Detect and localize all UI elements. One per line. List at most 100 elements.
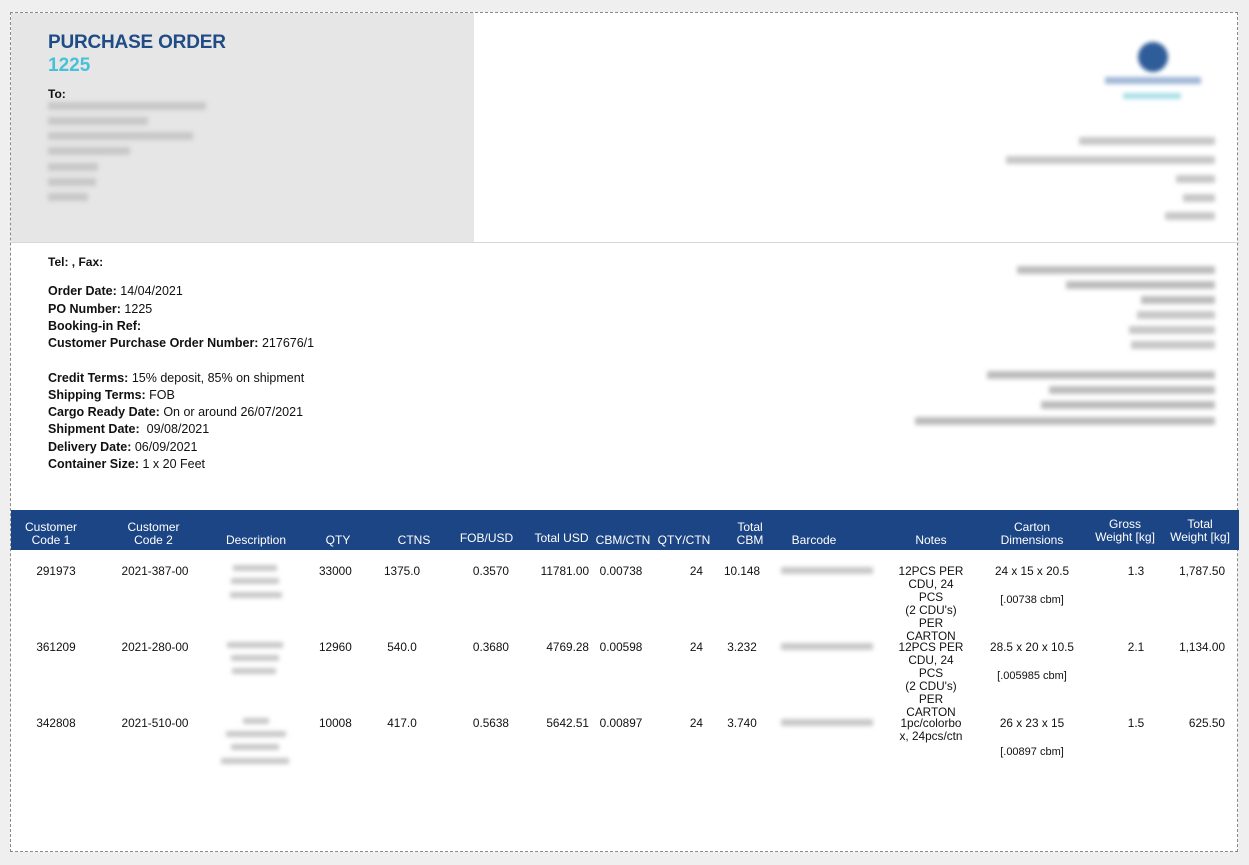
cell-total-usd: 5642.51 — [546, 716, 589, 730]
cell-customer-code-2: 2021-280-00 — [121, 640, 189, 654]
cell-gross-weight: 1.3 — [1127, 564, 1145, 578]
redacted-description — [243, 718, 269, 724]
redacted-bank-line — [915, 417, 1215, 425]
customer-po-label: Customer Purchase Order Number: — [48, 336, 259, 350]
redacted-address-line — [48, 117, 148, 125]
cell-carton-dimensions: 24 x 15 x 20.5 — [994, 564, 1070, 578]
redacted-barcode — [781, 567, 873, 574]
redacted-description — [226, 731, 286, 737]
booking-ref-row: Booking-in Ref: — [48, 319, 141, 333]
shipment-date-label: Shipment Date: — [48, 422, 140, 436]
col-label: Weight [kg] — [1170, 530, 1230, 544]
redacted-barcode — [781, 719, 873, 726]
cell-total-weight: 1,787.50 — [1179, 564, 1225, 578]
cell-total-cbm: 10.148 — [723, 564, 761, 578]
redacted-sender-line — [1176, 175, 1215, 183]
redacted-bank-line — [987, 371, 1215, 379]
cargo-ready-value: On or around 26/07/2021 — [163, 405, 304, 419]
redacted-registration-line — [1137, 311, 1215, 319]
cell-fob-usd: 0.3570 — [472, 564, 509, 578]
container-size-row: Container Size: 1 x 20 Feet — [48, 457, 205, 471]
redacted-registration-line — [1017, 266, 1215, 274]
cell-total-usd: 11781.00 — [540, 564, 589, 578]
redacted-address-line — [48, 147, 130, 155]
redacted-description — [221, 758, 289, 764]
tel-fax: Tel: , Fax: — [48, 255, 104, 269]
col-total-usd: Total USD — [534, 531, 589, 545]
redacted-registration-line — [1129, 326, 1215, 334]
company-logo-icon — [1138, 42, 1168, 72]
col-customer-code-2: Customer Code 2 — [116, 521, 191, 547]
redacted-address-line — [48, 178, 96, 186]
redacted-sender-line — [1079, 137, 1215, 145]
purchase-order-page: PURCHASE ORDER 1225 To: Tel: , Fax: Orde… — [10, 12, 1239, 852]
col-total-weight: Total Weight [kg] — [1164, 518, 1236, 544]
note-line: x, 24pcs/ctn — [899, 729, 963, 743]
cell-customer-code-1: 291973 — [36, 564, 76, 578]
order-date-row: Order Date: 14/04/2021 — [48, 284, 183, 298]
shipment-date-value: 09/08/2021 — [143, 422, 210, 436]
cell-ctns: 417.0 — [387, 716, 417, 730]
col-label: Code 2 — [134, 533, 173, 547]
col-label: Dimensions — [1000, 533, 1064, 547]
redacted-address-line — [48, 193, 88, 201]
po-number-label: PO Number: — [48, 302, 121, 316]
credit-terms-value: 15% deposit, 85% on shipment — [131, 371, 305, 385]
redacted-registration-line — [1141, 296, 1215, 304]
cell-qty: 12960 — [319, 640, 352, 654]
redacted-address-line — [48, 163, 98, 171]
order-date-label: Order Date: — [48, 284, 117, 298]
cell-cbm-ctn: 0.00897 — [599, 716, 643, 730]
cell-ctns: 540.0 — [387, 640, 417, 654]
redacted-bank-line — [1041, 401, 1215, 409]
redacted-description — [227, 642, 283, 648]
col-ctns: CTNS — [397, 533, 431, 547]
header-divider — [11, 242, 1239, 243]
col-qty: QTY — [325, 533, 351, 547]
cell-notes: 12PCS PER CDU, 24 PCS (2 CDU's) PER CART… — [896, 641, 966, 719]
po-number-row: PO Number: 1225 — [48, 302, 152, 316]
redacted-description — [231, 744, 279, 750]
redacted-description — [231, 655, 279, 661]
cell-notes: 1pc/colorbo x, 24pcs/ctn — [896, 717, 966, 743]
cell-fob-usd: 0.3680 — [472, 640, 509, 654]
cell-qty-ctn: 24 — [689, 716, 703, 730]
logo-tagline — [1123, 93, 1181, 99]
cell-qty-ctn: 24 — [689, 564, 703, 578]
shipping-terms-label: Shipping Terms: — [48, 388, 146, 402]
cell-customer-code-1: 342808 — [36, 716, 76, 730]
col-total-cbm: Total CBM — [725, 521, 775, 547]
cell-cbm-ctn: 0.00598 — [599, 640, 643, 654]
shipping-terms-row: Shipping Terms: FOB — [48, 388, 175, 402]
col-fob-usd: FOB/USD — [459, 531, 514, 545]
redacted-sender-line — [1165, 212, 1215, 220]
cell-customer-code-2: 2021-387-00 — [121, 564, 189, 578]
delivery-date-value: 06/09/2021 — [134, 440, 198, 454]
redacted-address-line — [48, 102, 206, 110]
col-qty-ctn: QTY/CTN — [657, 533, 711, 547]
delivery-date-label: Delivery Date: — [48, 440, 132, 454]
col-barcode: Barcode — [791, 533, 837, 547]
col-label: Code 1 — [31, 533, 71, 547]
shipment-date-row: Shipment Date: 09/08/2021 — [48, 422, 209, 436]
col-carton-dimensions: Carton Dimensions — [992, 521, 1072, 547]
redacted-address-line — [48, 132, 193, 140]
container-size-value: 1 x 20 Feet — [142, 457, 206, 471]
recipient-panel: PURCHASE ORDER 1225 To: — [11, 13, 474, 242]
cell-qty-ctn: 24 — [689, 640, 703, 654]
cargo-ready-row: Cargo Ready Date: On or around 26/07/202… — [48, 405, 303, 419]
cell-ctns: 1375.0 — [383, 564, 421, 578]
cell-qty: 33000 — [319, 564, 352, 578]
customer-po-value: 217676/1 — [261, 336, 315, 350]
cell-carton-cbm: [.00897 cbm] — [1000, 746, 1064, 758]
credit-terms-label: Credit Terms: — [48, 371, 129, 385]
redacted-description — [233, 565, 277, 571]
col-cbm-ctn: CBM/CTN — [595, 533, 651, 547]
redacted-barcode — [781, 643, 873, 650]
redacted-sender-line — [1006, 156, 1215, 164]
redacted-sender-line — [1183, 194, 1215, 202]
col-customer-code-1: Customer Code 1 — [16, 521, 86, 547]
cell-total-cbm: 3.740 — [727, 716, 757, 730]
items-table-header: Customer Code 1 Customer Code 2 Descriptio… — [11, 510, 1239, 550]
col-notes: Notes — [915, 533, 947, 547]
